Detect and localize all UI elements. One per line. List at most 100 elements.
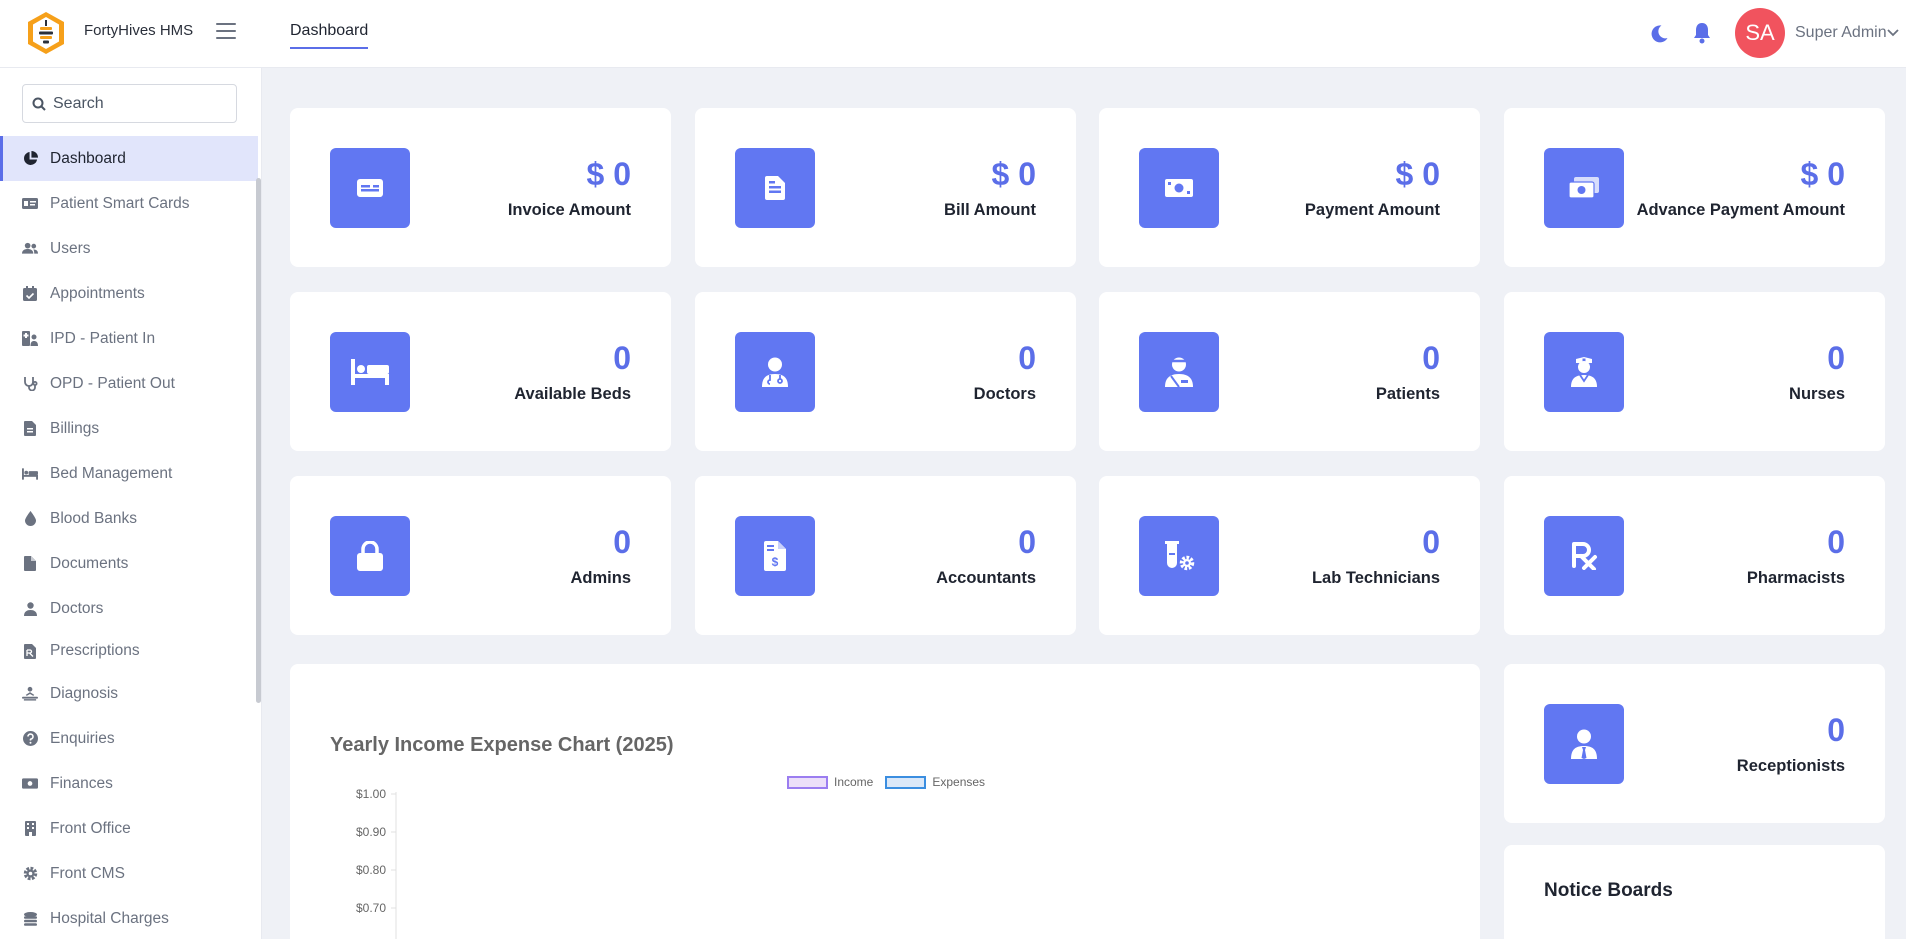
sidebar-menu: Dashboard Patient Smart Cards Users Appo…	[0, 136, 258, 939]
sidebar-item-front-cms[interactable]: Front CMS	[0, 851, 258, 896]
sidebar: Dashboard Patient Smart Cards Users Appo…	[0, 68, 262, 939]
pharmacists-card[interactable]: 0 Pharmacists	[1504, 476, 1885, 635]
sidebar-item-appointments[interactable]: Appointments	[0, 271, 258, 316]
sidebar-item-enquiries[interactable]: Enquiries	[0, 716, 258, 761]
yearly-income-expense-chart: Yearly Income Expense Chart (2025) Incom…	[290, 664, 1480, 939]
avatar[interactable]: SA	[1735, 8, 1785, 58]
hive-logo-icon[interactable]	[25, 10, 67, 56]
user-tie-icon	[1544, 704, 1624, 784]
bed-icon	[330, 332, 410, 412]
user-doctor-icon	[735, 332, 815, 412]
payment-amount-card[interactable]: $ 0 Payment Amount	[1099, 108, 1480, 267]
money-card-icon	[330, 148, 410, 228]
hamburger-menu-icon[interactable]	[216, 23, 236, 41]
card-value: $ 0	[586, 156, 631, 192]
id-card-icon	[22, 196, 38, 212]
sidebar-item-label: Front CMS	[50, 864, 125, 882]
sidebar-item-ipd-patient-in[interactable]: IPD - Patient In	[0, 316, 258, 361]
sidebar-item-diagnosis[interactable]: Diagnosis	[0, 671, 258, 716]
card-value: $ 0	[1395, 156, 1440, 192]
chart-plot: $1.00 $0.90 $0.80 $0.70	[356, 787, 397, 939]
file-invoice-dollar-icon: $	[735, 516, 815, 596]
advance-payment-amount-card[interactable]: $ 0 Advance Payment Amount	[1504, 108, 1885, 267]
card-label: Lab Technicians	[1311, 569, 1440, 587]
card-label: Receptionists	[1736, 757, 1845, 775]
question-circle-icon	[22, 731, 38, 747]
card-value: 0	[613, 524, 631, 560]
chart-y-tick-label: $0.80	[356, 863, 386, 877]
sidebar-item-patient-smart-cards[interactable]: Patient Smart Cards	[0, 181, 258, 226]
card-label: Admins	[570, 569, 631, 587]
file-prescription-icon	[22, 643, 38, 659]
card-label: Payment Amount	[1304, 201, 1440, 219]
accountants-card[interactable]: $ 0 Accountants	[695, 476, 1076, 635]
sidebar-item-hospital-charges[interactable]: Hospital Charges	[0, 896, 258, 939]
gear-icon	[22, 866, 38, 882]
card-label: Invoice Amount	[507, 201, 631, 219]
patients-card[interactable]: 0 Patients	[1099, 292, 1480, 451]
diagnoses-icon	[22, 686, 38, 702]
file-invoice-icon	[22, 421, 38, 437]
tab-dashboard[interactable]: Dashboard	[290, 22, 369, 49]
money-bill-icon	[22, 776, 38, 792]
doctors-card[interactable]: 0 Doctors	[695, 292, 1076, 451]
svg-text:$: $	[772, 555, 779, 569]
card-label: Accountants	[936, 569, 1036, 587]
hospital-user-icon	[22, 331, 38, 347]
sidebar-item-doctors[interactable]: Doctors	[0, 586, 258, 631]
bill-amount-card[interactable]: $ 0 Bill Amount	[695, 108, 1076, 267]
sidebar-item-dashboard[interactable]: Dashboard	[0, 136, 258, 181]
notice-boards-title: Notice Boards	[1544, 880, 1673, 901]
sidebar-item-front-office[interactable]: Front Office	[0, 806, 258, 851]
moon-icon[interactable]	[1649, 24, 1669, 44]
sidebar-item-billings[interactable]: Billings	[0, 406, 258, 451]
sidebar-item-bed-management[interactable]: Bed Management	[0, 451, 258, 496]
search-input[interactable]	[53, 85, 233, 122]
card-label: Available Beds	[514, 385, 631, 403]
sidebar-scrollbar[interactable]	[256, 178, 261, 703]
sidebar-item-documents[interactable]: Documents	[0, 541, 258, 586]
nurses-card[interactable]: 0 Nurses	[1504, 292, 1885, 451]
sidebar-item-label: Billings	[50, 419, 100, 437]
sidebar-item-label: OPD - Patient Out	[50, 374, 175, 392]
card-label: Pharmacists	[1746, 569, 1845, 587]
invoice-amount-card[interactable]: $ 0 Invoice Amount	[290, 108, 671, 267]
stethoscope-icon	[22, 376, 38, 392]
admins-card[interactable]: 0 Admins	[290, 476, 671, 635]
lab-technicians-card[interactable]: 0 Lab Technicians	[1099, 476, 1480, 635]
sidebar-item-blood-banks[interactable]: Blood Banks	[0, 496, 258, 541]
sidebar-item-label: Bed Management	[50, 464, 173, 482]
card-value: 0	[1018, 340, 1036, 376]
user-name[interactable]: Super Admin	[1795, 24, 1887, 42]
calendar-check-icon	[22, 286, 38, 302]
chevron-down-icon[interactable]	[1887, 29, 1899, 37]
search-icon	[32, 97, 46, 111]
available-beds-card[interactable]: 0 Available Beds	[290, 292, 671, 451]
user-injured-icon	[1139, 332, 1219, 412]
card-value: 0	[1827, 524, 1845, 560]
pie-chart-icon	[22, 151, 38, 167]
chart-y-tick-label: $0.90	[356, 825, 386, 839]
sidebar-item-label: Front Office	[50, 819, 131, 837]
card-value: 0	[1422, 524, 1440, 560]
bed-icon	[22, 466, 38, 482]
bill-icon	[735, 148, 815, 228]
sidebar-item-prescriptions[interactable]: Prescriptions	[0, 631, 258, 671]
sidebar-item-users[interactable]: Users	[0, 226, 258, 271]
sidebar-item-opd-patient-out[interactable]: OPD - Patient Out	[0, 361, 258, 406]
sidebar-item-label: Finances	[50, 774, 113, 792]
search-box	[22, 84, 237, 123]
chart-y-tick-label: $0.70	[356, 901, 386, 915]
bell-icon[interactable]	[1692, 22, 1712, 44]
card-label: Nurses	[1789, 385, 1845, 403]
sidebar-item-label: Diagnosis	[50, 684, 119, 702]
receptionists-card[interactable]: 0 Receptionists	[1504, 664, 1885, 823]
card-value: $ 0	[1800, 156, 1845, 192]
droplet-icon	[22, 511, 38, 527]
card-value: 0	[1827, 340, 1845, 376]
sidebar-item-label: Enquiries	[50, 729, 115, 747]
sidebar-item-finances[interactable]: Finances	[0, 761, 258, 806]
sidebar-item-label: IPD - Patient In	[50, 329, 156, 347]
sidebar-item-label: Dashboard	[50, 149, 126, 167]
prescription-icon	[1544, 516, 1624, 596]
